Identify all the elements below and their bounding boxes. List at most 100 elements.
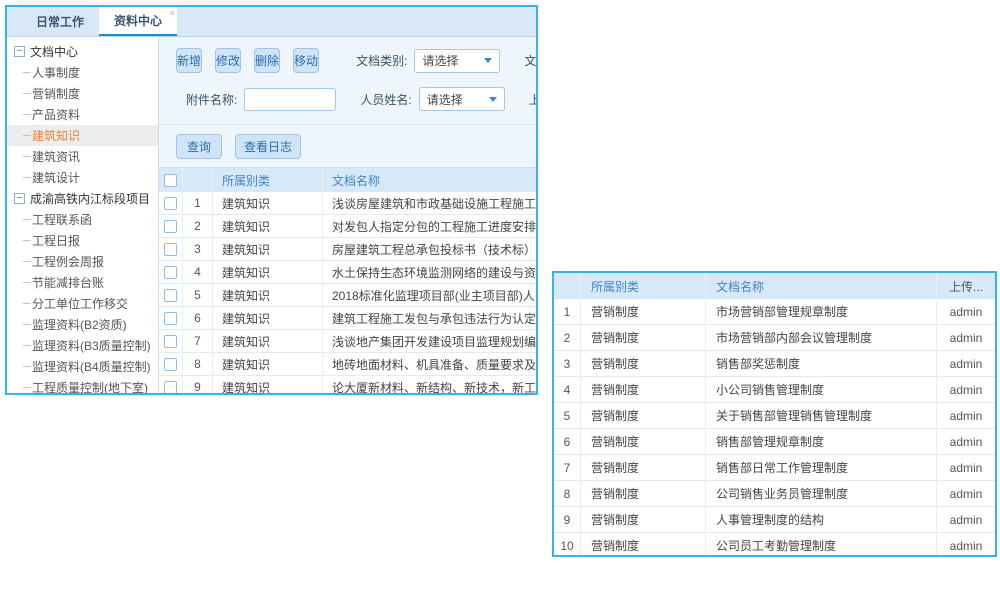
table-row[interactable]: 3 营销制度 销售部奖惩制度 admin (554, 351, 995, 377)
right-header-index (554, 273, 581, 299)
tree-item[interactable]: 建筑知识 (7, 125, 158, 146)
tree-item-label: 监理资料(B4质量控制) (32, 358, 151, 375)
row-doc-name: 关于销售部管理销售管理制度 (706, 403, 937, 428)
document-center-window: 日常工作 资料中心 × − 文档中心 人事制度 营销制度 产品资料 建筑知识 建… (5, 5, 538, 395)
row-index: 9 (554, 507, 581, 532)
table-row[interactable]: 3 建筑知识 房屋建筑工程总承包投标书（技术标）... (159, 238, 536, 261)
tree-item[interactable]: 人事制度 (7, 62, 158, 83)
row-checkbox[interactable] (164, 289, 177, 302)
row-uploader: admin (937, 299, 995, 324)
row-category: 营销制度 (581, 403, 706, 428)
right-table-rows: 1 营销制度 市场营销部管理规章制度 admin 2 营销制度 市场营销部内部会… (554, 299, 995, 557)
tree-item[interactable]: 监理资料(B3质量控制) (7, 335, 158, 356)
doc-category-label: 文档类别: (356, 52, 407, 69)
view-log-button[interactable]: 查看日志 (235, 134, 301, 159)
table-row[interactable]: 7 建筑知识 浅谈地产集团开发建设项目监理规划编... (159, 330, 536, 353)
table-row[interactable]: 8 营销制度 公司销售业务员管理制度 admin (554, 481, 995, 507)
tree-item-label: 建筑知识 (32, 127, 80, 144)
tab-daily-work[interactable]: 日常工作 (21, 7, 99, 36)
table-row[interactable]: 6 建筑知识 建筑工程施工发包与承包违法行为认定... (159, 307, 536, 330)
table-row[interactable]: 7 营销制度 销售部日常工作管理制度 admin (554, 455, 995, 481)
person-name-label: 人员姓名: (360, 91, 411, 108)
tree-item[interactable]: 营销制度 (7, 83, 158, 104)
tree-item[interactable]: 监理资料(B4质量控制) (7, 356, 158, 377)
collapse-icon[interactable]: − (14, 46, 25, 57)
table-row[interactable]: 5 建筑知识 2018标准化监理项目部(业主项目部)人员... (159, 284, 536, 307)
row-checkbox[interactable] (164, 243, 177, 256)
select-all-checkbox[interactable] (164, 174, 177, 187)
row-checkbox[interactable] (164, 266, 177, 279)
row-index: 4 (183, 261, 213, 283)
row-doc-name: 2018标准化监理项目部(业主项目部)人员... (323, 284, 536, 306)
tree-item[interactable]: 工程联系函 (7, 209, 158, 230)
tree-item[interactable]: 工程质量控制(地下室) (7, 377, 158, 393)
table-row[interactable]: 8 建筑知识 地砖地面材料、机具准备、质量要求及... (159, 353, 536, 376)
tab-data-center-label: 资料中心 (114, 12, 162, 29)
tree-item[interactable]: 监理资料(B2资质) (7, 314, 158, 335)
tree-item[interactable]: 节能减排台账 (7, 272, 158, 293)
tree-item[interactable]: 工程例会周报 (7, 251, 158, 272)
person-name-select[interactable]: 请选择 (419, 87, 505, 111)
table-row[interactable]: 10 营销制度 公司员工考勤管理制度 admin (554, 533, 995, 557)
tree-item[interactable]: 分工单位工作移交 (7, 293, 158, 314)
row-checkbox[interactable] (164, 381, 177, 394)
row-doc-name: 公司销售业务员管理制度 (706, 481, 937, 506)
row-index: 3 (183, 238, 213, 260)
tab-data-center[interactable]: 资料中心 × (99, 7, 177, 36)
table-row[interactable]: 1 建筑知识 浅谈房屋建筑和市政基础设施工程施工... (159, 192, 536, 215)
grid-header-index (183, 168, 213, 192)
grid-header: 所属别类 文档名称 (159, 167, 536, 192)
row-doc-name: 市场营销部管理规章制度 (706, 299, 937, 324)
table-row[interactable]: 1 营销制度 市场营销部管理规章制度 admin (554, 299, 995, 325)
chevron-down-icon (489, 97, 497, 102)
move-button[interactable]: 移动 (293, 48, 319, 73)
row-category: 建筑知识 (213, 307, 323, 329)
tree-item-label: 分工单位工作移交 (32, 295, 128, 312)
add-button[interactable]: 新增 (176, 48, 202, 73)
table-row[interactable]: 9 营销制度 人事管理制度的结构 admin (554, 507, 995, 533)
marketing-docs-table: 所属别类 文档名称 上传... 1 营销制度 市场营销部管理规章制度 admin… (552, 271, 997, 557)
row-index: 4 (554, 377, 581, 402)
tree-item-label: 产品资料 (32, 106, 80, 123)
content-area: 新增 修改 删除 移动 文档类别: 请选择 文档 附件名称: 人员姓名: (159, 37, 536, 393)
tree-root-node[interactable]: − 成渝高铁内江标段项目 (7, 188, 158, 209)
chevron-down-icon (484, 58, 492, 63)
query-button[interactable]: 查询 (176, 134, 222, 159)
tree-item[interactable]: 产品资料 (7, 104, 158, 125)
row-category: 营销制度 (581, 507, 706, 532)
table-row[interactable]: 9 建筑知识 论大厦新材料、新结构、新技术，新工... (159, 376, 536, 393)
row-checkbox[interactable] (164, 335, 177, 348)
collapse-icon[interactable]: − (14, 193, 25, 204)
close-icon[interactable]: × (170, 8, 175, 18)
tree-item[interactable]: 建筑设计 (7, 167, 158, 188)
attachment-name-input[interactable] (244, 88, 336, 111)
row-uploader: admin (937, 377, 995, 402)
tree-item[interactable]: 工程日报 (7, 230, 158, 251)
doc-category-select[interactable]: 请选择 (414, 49, 500, 73)
row-index: 3 (554, 351, 581, 376)
row-doc-name: 人事管理制度的结构 (706, 507, 937, 532)
row-checkbox[interactable] (164, 220, 177, 233)
row-checkbox[interactable] (164, 312, 177, 325)
table-row[interactable]: 2 营销制度 市场营销部内部会议管理制度 admin (554, 325, 995, 351)
tree-root-node[interactable]: − 文档中心 (7, 41, 158, 62)
table-row[interactable]: 5 营销制度 关于销售部管理销售管理制度 admin (554, 403, 995, 429)
table-row[interactable]: 2 建筑知识 对发包人指定分包的工程施工进度安排... (159, 215, 536, 238)
row-uploader: admin (937, 533, 995, 557)
table-row[interactable]: 4 建筑知识 水土保持生态环境监测网络的建设与资... (159, 261, 536, 284)
table-row[interactable]: 4 营销制度 小公司销售管理制度 admin (554, 377, 995, 403)
right-table-header: 所属别类 文档名称 上传... (554, 273, 995, 299)
row-category: 营销制度 (581, 455, 706, 480)
edit-button[interactable]: 修改 (215, 48, 241, 73)
row-uploader: admin (937, 507, 995, 532)
row-checkbox[interactable] (164, 197, 177, 210)
row-index: 5 (183, 284, 213, 306)
tree-item-label: 工程质量控制(地下室) (32, 379, 148, 393)
tree-item[interactable]: 建筑资讯 (7, 146, 158, 167)
search-form-row: 附件名称: 人员姓名: 请选择 上传日期 (186, 87, 536, 111)
row-checkbox[interactable] (164, 358, 177, 371)
row-category: 建筑知识 (213, 215, 323, 237)
delete-button[interactable]: 删除 (254, 48, 280, 73)
row-doc-name: 房屋建筑工程总承包投标书（技术标）... (323, 238, 536, 260)
table-row[interactable]: 6 营销制度 销售部管理规章制度 admin (554, 429, 995, 455)
